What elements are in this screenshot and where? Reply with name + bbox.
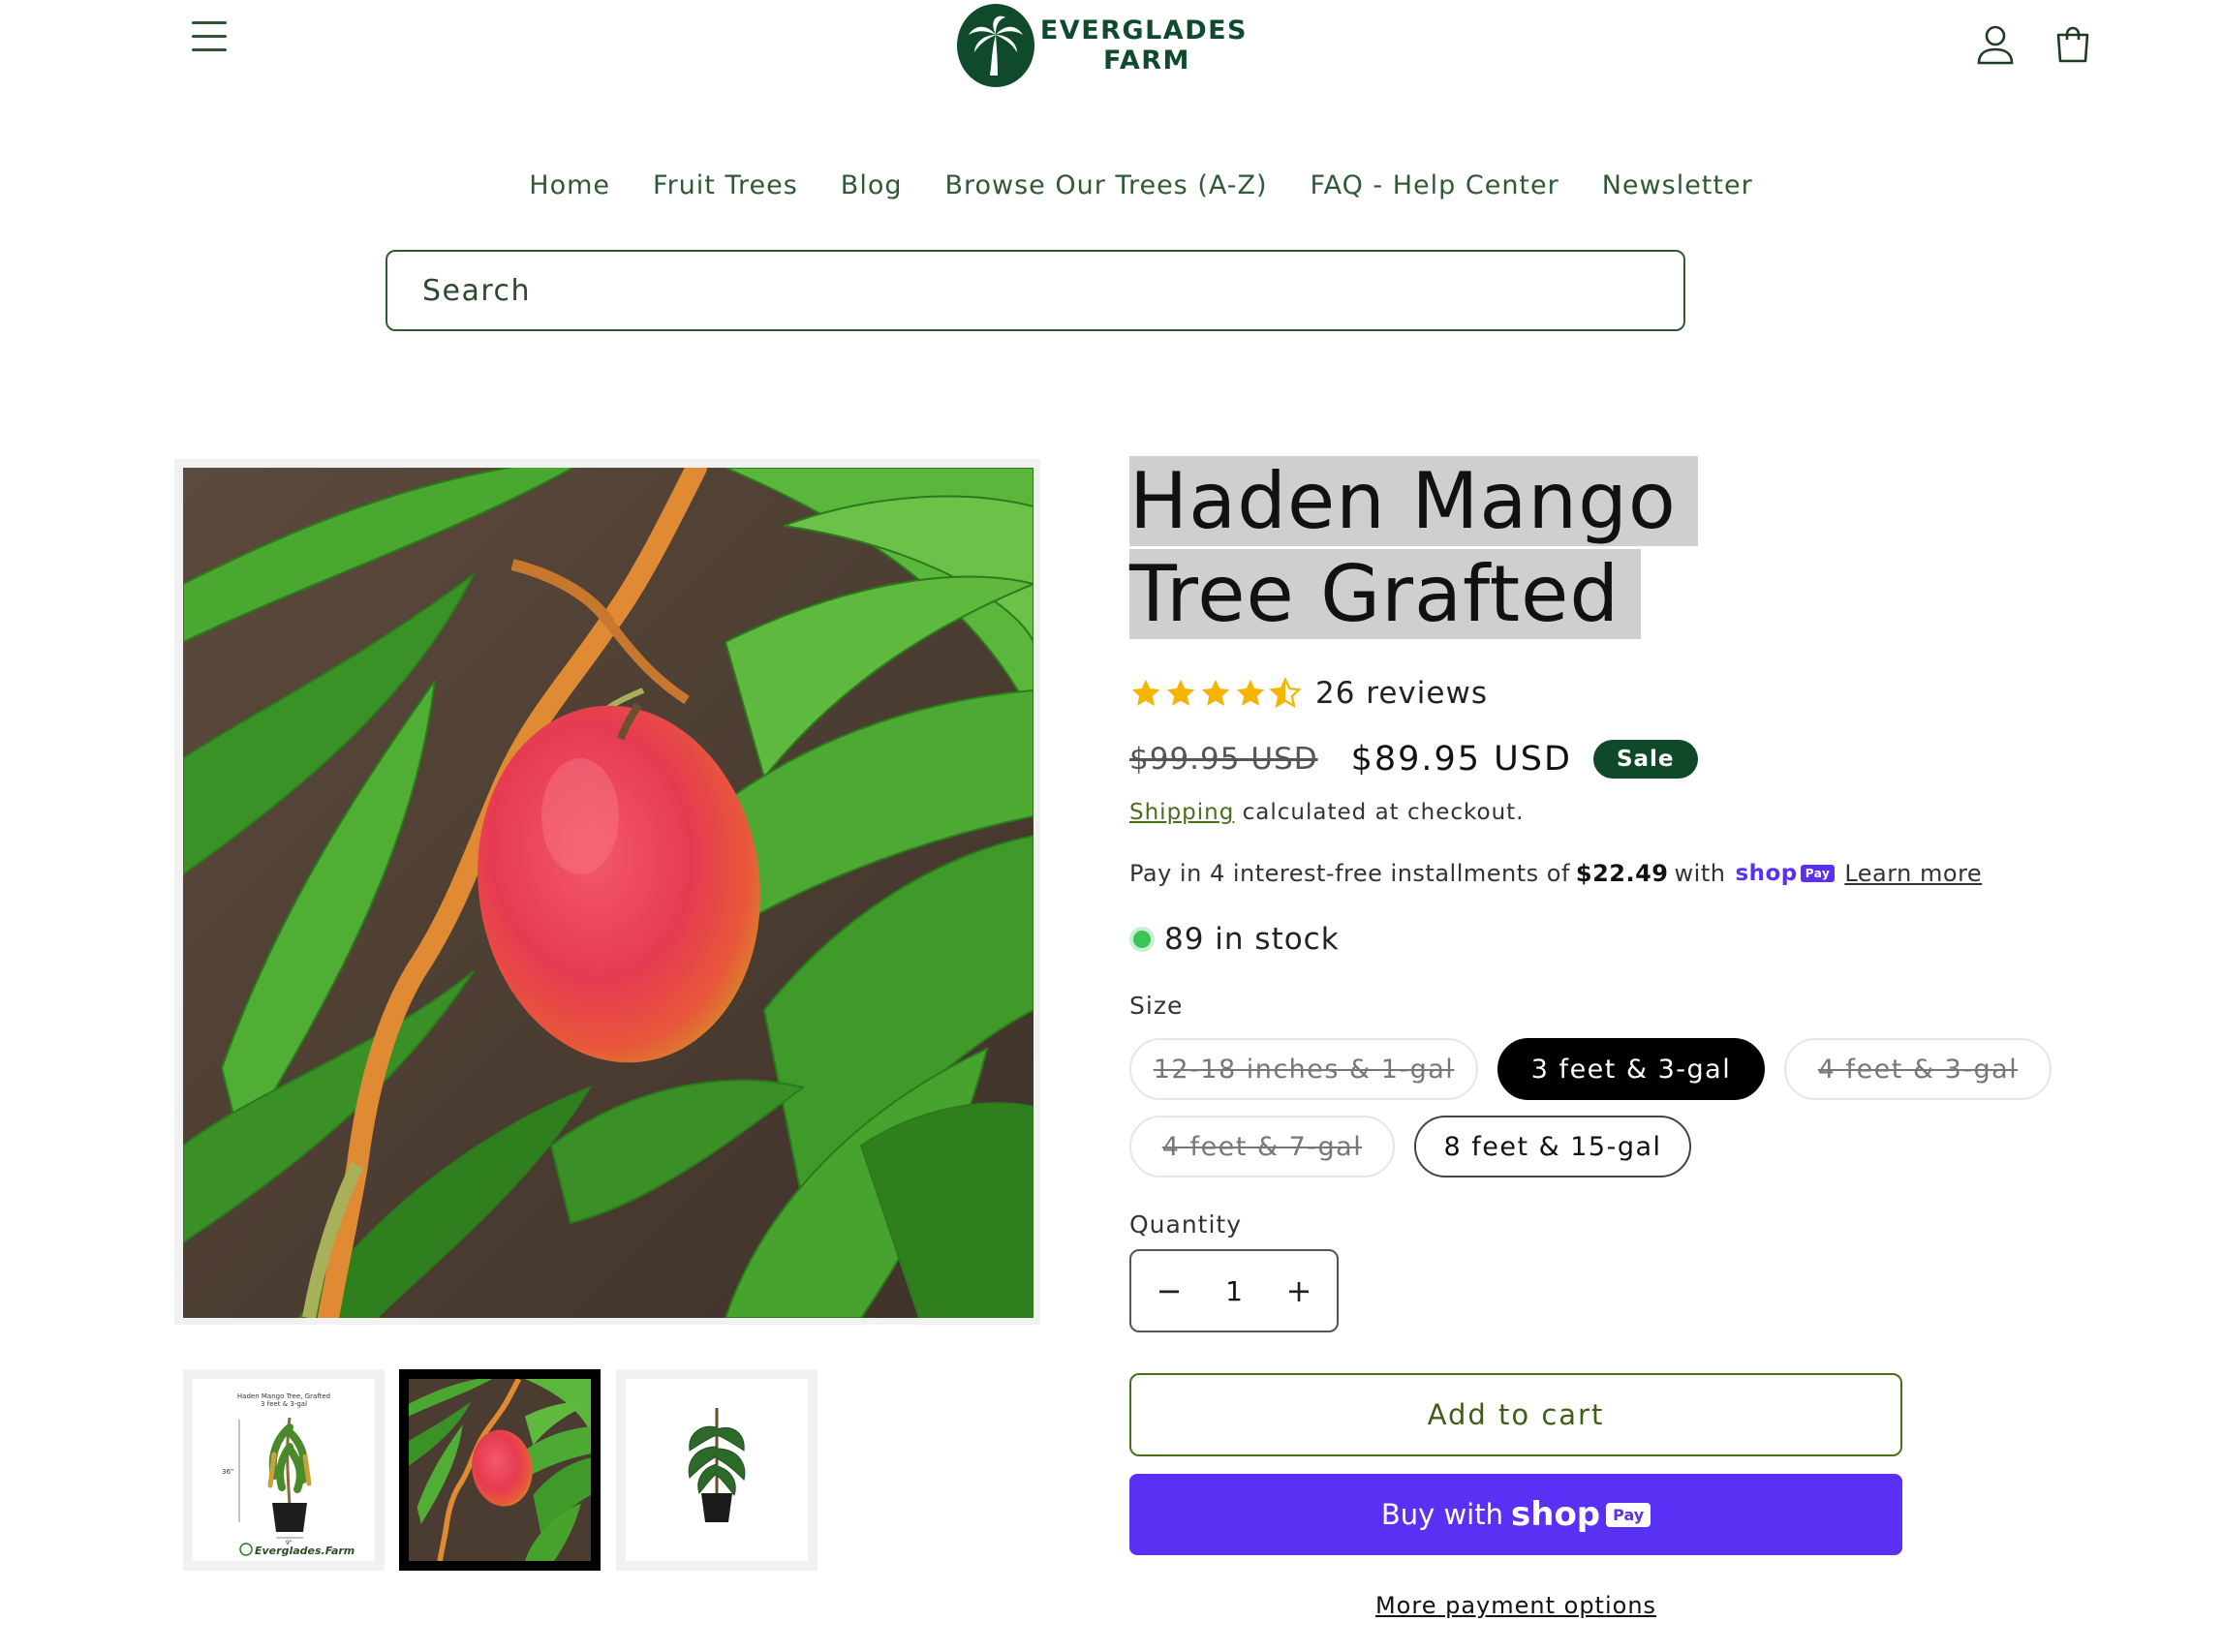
sale-badge: Sale (1592, 740, 1698, 779)
half-star-icon (1269, 677, 1302, 709)
cart-icon[interactable] (2053, 23, 2092, 66)
shipping-note-text: calculated at checkout. (1242, 800, 1525, 825)
size-option-4ft-7gal[interactable]: 4 feet & 7-gal (1129, 1116, 1395, 1178)
add-to-cart-button[interactable]: Add to cart (1129, 1373, 1902, 1456)
nav-fruit-trees[interactable]: Fruit Trees (653, 170, 798, 200)
main-product-image[interactable] (183, 468, 1034, 1318)
search-box[interactable] (386, 250, 1685, 331)
nav-newsletter[interactable]: Newsletter (1602, 170, 1753, 200)
nav-browse-trees[interactable]: Browse Our Trees (A-Z) (944, 170, 1267, 200)
shipping-link[interactable]: Shipping (1129, 800, 1234, 825)
product-rating[interactable]: 26 reviews (1129, 676, 1488, 711)
buy-with-shop-pay-button[interactable]: Buy with shop Pay (1129, 1474, 1902, 1555)
rating-stars (1129, 677, 1302, 710)
price-row: $99.95 USD $89.95 USD Sale (1129, 740, 1698, 779)
thumbnail-brand: Everglades.Farm (255, 1545, 355, 1557)
installments-banner: Pay in 4 interest-free installments of $… (1129, 860, 1982, 887)
stock-text: 89 in stock (1164, 922, 1340, 957)
in-stock-dot-icon (1133, 931, 1151, 948)
star-icon (1236, 679, 1265, 706)
increase-quantity-button[interactable]: + (1275, 1262, 1323, 1320)
star-icon (1201, 679, 1230, 706)
nav-faq[interactable]: FAQ - Help Center (1311, 170, 1559, 200)
size-option-4ft-3gal[interactable]: 4 feet & 3-gal (1784, 1038, 2052, 1100)
quantity-label: Quantity (1129, 1210, 1243, 1239)
decrease-quantity-button[interactable]: − (1145, 1262, 1193, 1320)
more-payment-options-link[interactable]: More payment options (1375, 1592, 1656, 1619)
logo-line-1: EVERGLADES (1039, 15, 1248, 46)
more-payment-options: More payment options (1129, 1592, 1902, 1619)
main-nav: Home Fruit Trees Blog Browse Our Trees (… (0, 170, 2222, 200)
product-title: Haden Mango Tree Grafted (1129, 455, 1866, 641)
nav-home[interactable]: Home (529, 170, 610, 200)
sale-price: $89.95 USD (1350, 740, 1572, 779)
product-title-text: Haden Mango Tree Grafted (1129, 456, 1698, 639)
buy-with-label: Buy with (1380, 1498, 1503, 1531)
palm-logo-icon (957, 4, 1034, 87)
quantity-stepper: − + (1129, 1249, 1339, 1332)
learn-more-link[interactable]: Learn more (1844, 860, 1982, 887)
nav-blog[interactable]: Blog (841, 170, 903, 200)
size-option-12-18in-1gal[interactable]: 12-18 inches & 1-gal (1129, 1038, 1478, 1100)
search-input[interactable] (422, 273, 1683, 308)
thumbnail-3-image (626, 1379, 808, 1561)
thumbnail-1-image: Haden Mango Tree, Grafted 3 feet & 3-gal… (193, 1379, 375, 1561)
shop-pay-badge: Pay (1800, 865, 1836, 882)
star-icon (1131, 679, 1160, 706)
star-icon (1166, 679, 1195, 706)
shop-pay-logo: shop Pay (1735, 861, 1836, 886)
logo-wordmark: EVERGLADES FARM (1040, 15, 1248, 76)
installments-amount: $22.49 (1575, 860, 1669, 887)
thumbnail-2[interactable] (399, 1369, 601, 1571)
size-option-8ft-15gal[interactable]: 8 feet & 15-gal (1414, 1116, 1691, 1178)
thumbnail-height-label: 36" (222, 1468, 234, 1476)
user-icon[interactable] (1974, 23, 2017, 66)
reviews-count[interactable]: 26 reviews (1315, 676, 1488, 711)
shop-pay-badge: Pay (1606, 1502, 1651, 1527)
shop-pay-brand: shop (1511, 1495, 1601, 1534)
size-option-3ft-3gal[interactable]: 3 feet & 3-gal (1497, 1038, 1765, 1100)
regular-price: $99.95 USD (1129, 742, 1318, 777)
quantity-input[interactable] (1205, 1274, 1263, 1307)
thumbnail-3[interactable] (616, 1369, 818, 1571)
size-label: Size (1129, 992, 1184, 1020)
installments-suffix: with (1674, 860, 1726, 887)
stock-status: 89 in stock (1129, 922, 1340, 957)
site-logo[interactable]: EVERGLADES FARM (957, 2, 1248, 89)
thumbnail-1[interactable]: Haden Mango Tree, Grafted 3 feet & 3-gal… (183, 1369, 385, 1571)
logo-line-2: FARM (1102, 46, 1190, 76)
shipping-note: Shipping calculated at checkout. (1129, 800, 1525, 825)
shop-pay-brand: shop (1735, 861, 1798, 886)
menu-icon[interactable] (190, 17, 229, 56)
thumbnail-2-image (409, 1379, 591, 1561)
installments-prefix: Pay in 4 interest-free installments of (1129, 860, 1570, 887)
